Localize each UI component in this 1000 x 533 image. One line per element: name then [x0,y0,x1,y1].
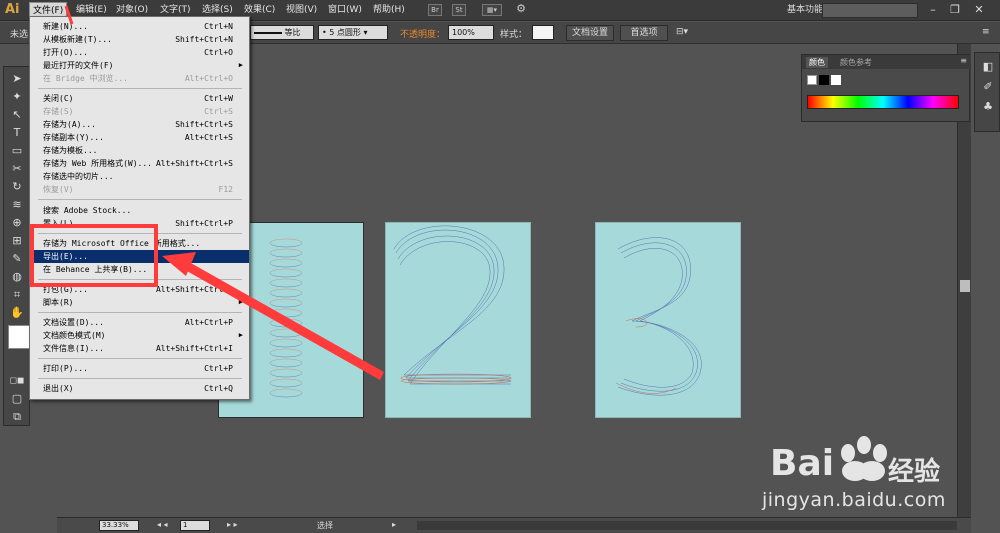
baidu-watermark: Bai 经验 jingyan.baidu.com [760,423,1000,533]
watermark-brand-cn: 经验 [888,457,941,487]
annotation-arrow-shaft [178,258,384,380]
annotation-pointer [64,5,74,25]
illustrator-window: Ai 文件(F) 编辑(E) 对象(O) 文字(T) 选择(S) 效果(C) 视… [0,0,1000,533]
watermark-brand: Bai [770,443,835,484]
watermark-url: jingyan.baidu.com [762,489,946,511]
